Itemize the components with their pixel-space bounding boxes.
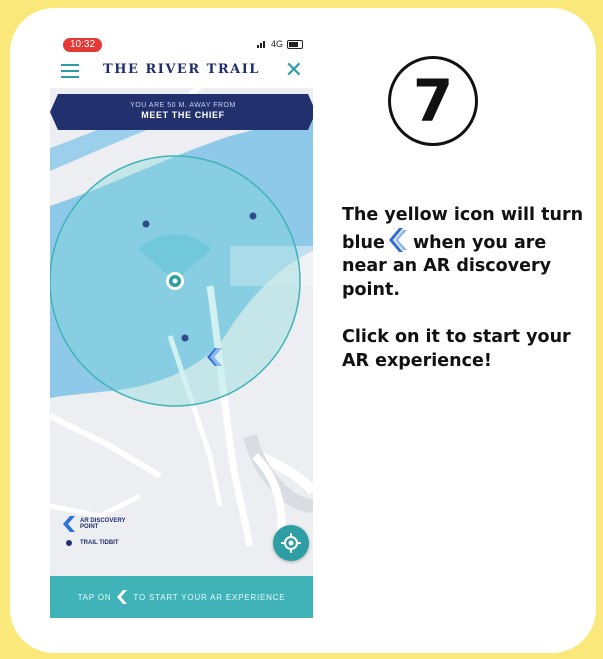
app-title: THE RIVER TRAIL — [103, 62, 260, 77]
trail-tidbit-icon — [66, 540, 72, 546]
instruction-paragraph-2: Click on it to start your AR experience! — [342, 327, 571, 371]
banner-destination: MEET THE CHIEF — [141, 110, 225, 120]
legend-ar-label: AR DISCOVERY POINT — [80, 518, 126, 530]
status-icons: 4G — [256, 39, 303, 49]
instruction-paragraph-1: The yellow icon will turn blue when you … — [342, 204, 587, 302]
close-icon[interactable]: ✕ — [285, 58, 303, 83]
legend-ar-point: AR DISCOVERY POINT — [62, 516, 140, 532]
blue-ar-icon — [388, 227, 407, 252]
crosshair-icon — [281, 533, 301, 553]
app-header: THE RIVER TRAIL ✕ — [50, 54, 313, 88]
ar-chevron-icon — [117, 590, 128, 604]
signal-icon — [256, 41, 265, 48]
banner-distance-text: YOU ARE 50 M. AWAY FROM — [130, 102, 236, 109]
ar-discovery-icon — [63, 516, 75, 532]
status-time: 10:32 — [63, 38, 103, 52]
banner-right-arrow-icon — [308, 94, 313, 130]
bottom-bar-suffix: TO START YOUR AR EXPERIENCE — [133, 592, 286, 602]
recenter-location-button[interactable] — [273, 525, 309, 561]
network-label: 4G — [270, 39, 283, 49]
instruction-text: The yellow icon will turn blue when you … — [342, 204, 587, 397]
battery-icon — [287, 39, 303, 49]
distance-banner: YOU ARE 50 M. AWAY FROM MEET THE CHIEF — [50, 94, 313, 130]
status-bar: 10:32 4G — [50, 36, 313, 54]
phone-screenshot: 10:32 4G THE RIVER TRAIL ✕ YOU ARE 50 M.… — [50, 36, 313, 618]
bottom-bar-prefix: TAP ON — [77, 592, 112, 602]
legend-tidbit-label: TRAIL TIDBIT — [80, 540, 119, 546]
map-legend: AR DISCOVERY POINT TRAIL TIDBIT — [62, 516, 140, 554]
step-number: 7 — [388, 56, 478, 146]
legend-trail-tidbit: TRAIL TIDBIT — [62, 540, 140, 546]
ar-start-bar[interactable]: TAP ON TO START YOUR AR EXPERIENCE — [50, 576, 313, 618]
banner-left-arrow-icon — [50, 94, 58, 130]
